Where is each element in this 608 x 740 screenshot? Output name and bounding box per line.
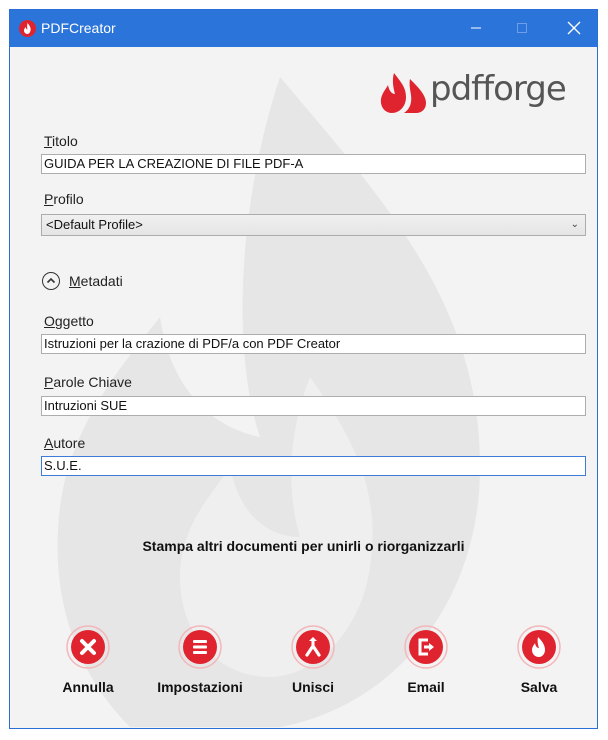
minimize-icon (471, 27, 481, 29)
minimize-button[interactable] (453, 10, 499, 47)
close-icon (567, 21, 581, 35)
maximize-button[interactable] (499, 10, 545, 47)
profile-select[interactable]: <Default Profile> ⌄ (41, 214, 586, 236)
profile-selected-value: <Default Profile> (46, 217, 143, 232)
dialog-content: pdfforge Titolo GUIDA PER LA CREAZIONE D… (10, 47, 597, 728)
title-input[interactable]: GUIDA PER LA CREAZIONE DI FILE PDF-A (41, 154, 586, 174)
maximize-icon (517, 23, 527, 33)
settings-list-icon (178, 625, 222, 669)
email-icon (404, 625, 448, 669)
chevron-down-icon: ⌄ (570, 219, 579, 230)
window-title: PDFCreator (41, 20, 116, 36)
pdfforge-flame-icon (380, 73, 426, 113)
close-button[interactable] (551, 10, 597, 47)
chevron-up-icon (42, 272, 60, 290)
author-label: Autore (44, 435, 86, 451)
logo-text: pdfforge (430, 69, 567, 109)
metadata-label: Metadati (69, 273, 123, 289)
cancel-x-icon (66, 625, 110, 669)
app-flame-icon (19, 20, 36, 37)
profile-label: Profilo (44, 191, 84, 207)
author-input[interactable]: S.U.E. (41, 456, 586, 476)
pdfcreator-window: PDFCreator pdfforge Titolo GUIDA PER LA … (10, 10, 597, 728)
pdfforge-logo: pdfforge (380, 65, 590, 121)
save-label: Salva (520, 679, 558, 695)
save-flame-icon (517, 625, 561, 669)
merge-icon (291, 625, 335, 669)
title-bar[interactable]: PDFCreator (10, 10, 597, 47)
subject-label: Oggetto (44, 313, 94, 329)
subject-input[interactable]: Istruzioni per la crazione di PDF/a con … (41, 334, 586, 354)
keywords-input[interactable]: Intruzioni SUE (41, 396, 586, 416)
title-label: Titolo (44, 133, 78, 149)
merge-hint-text: Stampa altri documenti per unirli o rior… (142, 538, 465, 554)
keywords-label: Parole Chiave (44, 374, 132, 390)
